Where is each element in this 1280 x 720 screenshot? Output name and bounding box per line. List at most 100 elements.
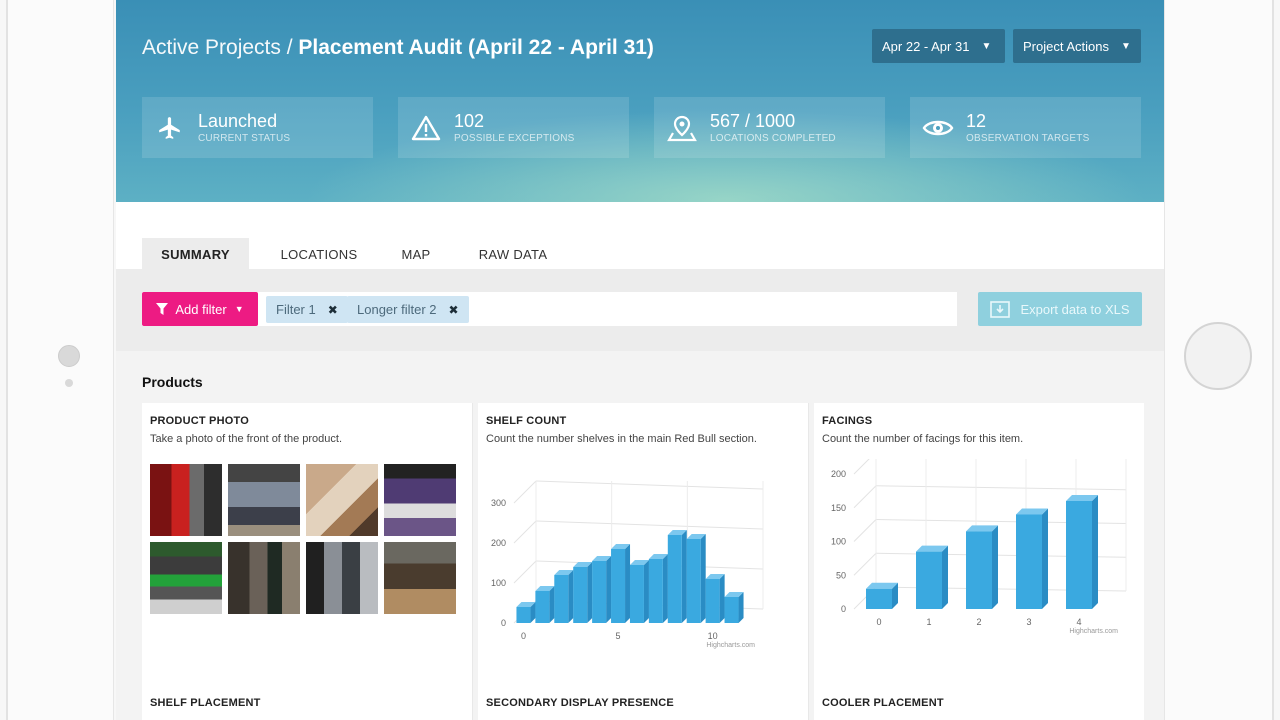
breadcrumb-parent-link[interactable]: Active Projects /	[142, 36, 293, 59]
bar-side	[681, 530, 687, 623]
photo-grid	[150, 464, 464, 614]
bar	[1066, 501, 1092, 609]
tab-raw-data[interactable]: RAW DATA	[468, 238, 558, 270]
bar-side	[625, 544, 631, 623]
bar-side	[1042, 508, 1048, 609]
x-tick-label: 0	[876, 617, 881, 627]
bar-side	[719, 574, 725, 623]
y-tick-label: 150	[831, 503, 846, 513]
x-tick-label: 3	[1026, 617, 1031, 627]
bar-side	[942, 545, 948, 609]
bar-side	[738, 592, 744, 623]
gridline	[535, 520, 764, 530]
x-tick-label: 2	[976, 617, 981, 627]
date-range-dropdown[interactable]: Apr 22 - Apr 31 ▼	[872, 29, 1005, 63]
y-tick-label: 100	[491, 578, 506, 588]
stat-observation-targets: 12 OBSERVATION TARGETS	[910, 97, 1141, 158]
close-icon[interactable]: ✖	[328, 303, 338, 317]
export-xls-button[interactable]: Export data to XLS	[978, 292, 1142, 326]
bar-side	[568, 570, 574, 623]
bar-side	[992, 525, 998, 609]
bar	[535, 591, 550, 623]
gridline	[513, 520, 537, 544]
bar-side	[643, 560, 649, 623]
main-content: SUMMARY LOCATIONS MAP RAW DATA Add filte…	[116, 202, 1164, 720]
stat-value: Launched	[198, 111, 278, 131]
section-title: Products	[142, 374, 203, 390]
caret-down-icon: ▼	[1121, 40, 1131, 52]
product-photo-thumbnail[interactable]	[306, 464, 378, 536]
product-photo-thumbnail[interactable]	[150, 464, 222, 536]
filter-chip-label: Longer filter 2	[357, 302, 437, 317]
card-facings: FACINGS Count the number of facings for …	[814, 403, 1144, 683]
tab-locations[interactable]: LOCATIONS	[269, 238, 369, 270]
card-title: COOLER PLACEMENT	[822, 697, 944, 709]
card-divider	[472, 403, 473, 720]
card-shelf-placement: SHELF PLACEMENT	[142, 683, 472, 720]
card-title: SHELF PLACEMENT	[150, 697, 261, 709]
project-header: Active Projects / Placement Audit (April…	[116, 0, 1164, 202]
page-title: Placement Audit (April 22 - April 31)	[298, 36, 654, 59]
chart-credit: Highcharts.com	[1069, 628, 1118, 635]
card-description: Count the number of facings for this ite…	[822, 433, 1024, 445]
product-photo-thumbnail[interactable]	[384, 464, 456, 536]
product-photo-thumbnail[interactable]	[384, 542, 456, 614]
card-description: Count the number shelves in the main Red…	[486, 433, 757, 445]
bar	[966, 531, 992, 609]
funnel-icon	[156, 303, 169, 315]
export-label: Export data to XLS	[1020, 301, 1130, 317]
stat-value: 567 / 1000	[710, 111, 796, 131]
product-photo-thumbnail[interactable]	[228, 542, 300, 614]
x-tick-label: 10	[708, 631, 718, 641]
project-actions-dropdown[interactable]: Project Actions ▼	[1013, 29, 1141, 63]
card-product-photo: PRODUCT PHOTO Take a photo of the front …	[142, 403, 472, 683]
product-photo-thumbnail[interactable]	[150, 542, 222, 614]
y-tick-label: 300	[491, 498, 506, 508]
bar	[705, 579, 720, 623]
stat-label: LOCATIONS COMPLETED	[710, 133, 836, 144]
bar-side	[700, 534, 706, 623]
x-tick-label: 5	[616, 631, 621, 641]
filter-input[interactable]	[142, 292, 957, 326]
camera-icon	[58, 345, 80, 367]
stat-label: CURRENT STATUS	[198, 133, 291, 144]
stat-possible-exceptions: 102 POSSIBLE EXCEPTIONS	[398, 97, 629, 158]
tab-map[interactable]: MAP	[388, 238, 444, 270]
filter-chip[interactable]: Longer filter 2 ✖	[347, 296, 469, 323]
bar-side	[587, 562, 593, 623]
chart-credit: Highcharts.com	[706, 642, 755, 649]
card-description: Take a photo of the front of the product…	[150, 433, 343, 445]
card-title: SHELF COUNT	[486, 415, 567, 427]
product-photo-thumbnail[interactable]	[228, 464, 300, 536]
bar	[724, 597, 739, 623]
bar-side	[549, 586, 555, 623]
bar	[592, 561, 607, 623]
bar	[629, 565, 644, 623]
download-icon	[990, 300, 1011, 318]
home-button[interactable]	[1184, 322, 1252, 390]
stat-value: 12	[966, 111, 987, 131]
x-tick-label: 1	[926, 617, 931, 627]
bar	[516, 607, 531, 623]
card-secondary-display: SECONDARY DISPLAY PRESENCE	[478, 683, 808, 720]
bar-side	[662, 554, 668, 623]
add-filter-button[interactable]: Add filter ▼	[142, 292, 258, 326]
shelf-count-chart: 0 100 200 300 0 5 10Highcharts.com	[491, 480, 764, 649]
add-filter-label: Add filter	[175, 301, 227, 317]
close-icon[interactable]: ✖	[449, 303, 459, 317]
bar	[611, 549, 626, 623]
gridline	[853, 552, 877, 576]
bar	[667, 535, 682, 623]
x-tick-label: 4	[1076, 617, 1081, 627]
tab-summary[interactable]: SUMMARY	[142, 238, 249, 270]
card-title: PRODUCT PHOTO	[150, 415, 249, 427]
y-tick-label: 200	[491, 538, 506, 548]
card-shelf-count: SHELF COUNT Count the number shelves in …	[478, 403, 808, 683]
app-screen: Active Projects / Placement Audit (April…	[116, 0, 1164, 720]
bar	[916, 551, 942, 609]
product-photo-thumbnail[interactable]	[306, 542, 378, 614]
gridline	[853, 459, 870, 475]
bar	[648, 559, 663, 623]
bar	[573, 567, 588, 623]
filter-chip[interactable]: Filter 1 ✖	[266, 296, 348, 323]
